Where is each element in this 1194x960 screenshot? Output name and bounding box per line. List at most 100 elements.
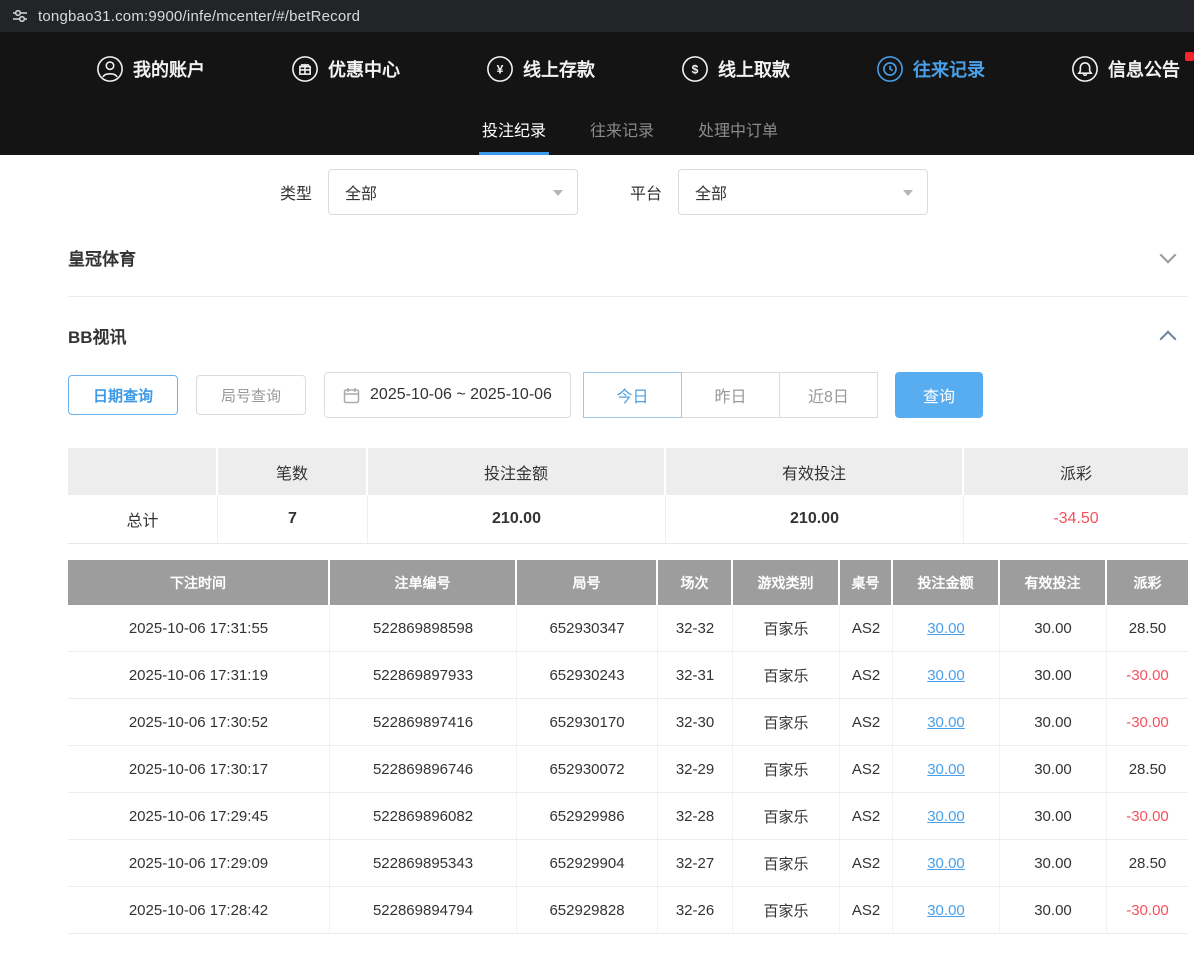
summary-table: 笔数 投注金额 有效投注 派彩 总计 7 210.00 210.00 -34.5… bbox=[68, 448, 1188, 544]
chevron-down-icon[interactable] bbox=[1160, 246, 1177, 263]
type-select-value: 全部 bbox=[345, 180, 377, 204]
chevron-up-icon[interactable] bbox=[1160, 330, 1177, 347]
browser-address-bar[interactable]: tongbao31.com:9900/infe/mcenter/#/betRec… bbox=[0, 0, 1194, 32]
nav-label: 信息公告 bbox=[1108, 56, 1180, 82]
gift-icon bbox=[291, 55, 319, 83]
valid-bet: 30.00 bbox=[1000, 605, 1107, 652]
yesterday-button[interactable]: 昨日 bbox=[681, 372, 780, 418]
notification-badge bbox=[1185, 52, 1194, 61]
column-header: 游戏类别 bbox=[733, 560, 840, 605]
session-number: 32-26 bbox=[658, 887, 733, 934]
table-row: 2025-10-06 17:31:55 522869898598 6529303… bbox=[68, 605, 1188, 652]
nav-my-account[interactable]: 我的账户 bbox=[96, 55, 205, 83]
site-settings-icon[interactable] bbox=[12, 8, 28, 24]
calendar-icon bbox=[343, 387, 360, 404]
summary-amount-value: 210.00 bbox=[368, 495, 666, 544]
round-query-button[interactable]: 局号查询 bbox=[196, 375, 306, 415]
url-text[interactable]: tongbao31.com:9900/infe/mcenter/#/betRec… bbox=[38, 8, 360, 25]
round-number: 652930072 bbox=[517, 746, 658, 793]
nav-announcements[interactable]: 信息公告 bbox=[1071, 55, 1180, 83]
date-range-input[interactable]: 2025-10-06 ~ 2025-10-06 bbox=[324, 372, 571, 418]
tab-bet-record[interactable]: 投注纪录 bbox=[479, 105, 549, 155]
bet-time: 2025-10-06 17:28:42 bbox=[68, 887, 330, 934]
bet-amount-link[interactable]: 30.00 bbox=[893, 605, 1000, 652]
session-number: 32-29 bbox=[658, 746, 733, 793]
column-header: 下注时间 bbox=[68, 560, 330, 605]
payout: -30.00 bbox=[1107, 652, 1188, 699]
table-number: AS2 bbox=[840, 605, 893, 652]
column-header: 桌号 bbox=[840, 560, 893, 605]
table-row: 2025-10-06 17:31:19 522869897933 6529302… bbox=[68, 652, 1188, 699]
filter-row: 类型 全部 平台 全部 bbox=[68, 169, 1188, 215]
nav-online-withdraw[interactable]: $ 线上取款 bbox=[681, 55, 790, 83]
column-header: 投注金额 bbox=[893, 560, 1000, 605]
session-number: 32-30 bbox=[658, 699, 733, 746]
game-type: 百家乐 bbox=[733, 840, 840, 887]
records-icon bbox=[876, 55, 904, 83]
column-header: 场次 bbox=[658, 560, 733, 605]
type-select[interactable]: 全部 bbox=[328, 169, 578, 215]
bet-amount-link[interactable]: 30.00 bbox=[893, 840, 1000, 887]
platform-select-value: 全部 bbox=[695, 180, 727, 204]
valid-bet: 30.00 bbox=[1000, 793, 1107, 840]
bet-id: 522869897416 bbox=[330, 699, 517, 746]
query-bar: 日期查询 局号查询 2025-10-06 ~ 2025-10-06 今日 昨日 … bbox=[68, 372, 1188, 418]
game-type: 百家乐 bbox=[733, 652, 840, 699]
nav-label: 我的账户 bbox=[133, 56, 205, 82]
bet-id: 522869897933 bbox=[330, 652, 517, 699]
platform-select[interactable]: 全部 bbox=[678, 169, 928, 215]
payout: 28.50 bbox=[1107, 746, 1188, 793]
nav-promotions[interactable]: 优惠中心 bbox=[291, 55, 400, 83]
column-header: 派彩 bbox=[1107, 560, 1188, 605]
tab-processing-orders[interactable]: 处理中订单 bbox=[695, 105, 781, 155]
platform-filter-label: 平台 bbox=[630, 180, 662, 204]
table-row: 2025-10-06 17:29:45 522869896082 6529299… bbox=[68, 793, 1188, 840]
round-number: 652929986 bbox=[517, 793, 658, 840]
valid-bet: 30.00 bbox=[1000, 840, 1107, 887]
nav-transaction-records[interactable]: 往来记录 bbox=[876, 55, 985, 83]
bet-table: 下注时间注单编号局号场次游戏类别桌号投注金额有效投注派彩 2025-10-06 … bbox=[68, 560, 1188, 934]
bet-id: 522869896082 bbox=[330, 793, 517, 840]
nav-label: 往来记录 bbox=[913, 56, 985, 82]
nav-label: 优惠中心 bbox=[328, 56, 400, 82]
bet-amount-link[interactable]: 30.00 bbox=[893, 887, 1000, 934]
section-crown-sports[interactable]: 皇冠体育 bbox=[68, 237, 1188, 297]
bet-table-header-row: 下注时间注单编号局号场次游戏类别桌号投注金额有效投注派彩 bbox=[68, 560, 1188, 605]
bell-icon bbox=[1071, 55, 1099, 83]
table-row: 2025-10-06 17:29:09 522869895343 6529299… bbox=[68, 840, 1188, 887]
column-header: 局号 bbox=[517, 560, 658, 605]
section-bb-video[interactable]: BB视讯 bbox=[68, 315, 1188, 354]
chevron-down-icon bbox=[553, 190, 563, 196]
payout: 28.50 bbox=[1107, 840, 1188, 887]
bet-amount-link[interactable]: 30.00 bbox=[893, 652, 1000, 699]
table-number: AS2 bbox=[840, 840, 893, 887]
last-8-days-button[interactable]: 近8日 bbox=[779, 372, 878, 418]
game-type: 百家乐 bbox=[733, 887, 840, 934]
bet-id: 522869896746 bbox=[330, 746, 517, 793]
table-number: AS2 bbox=[840, 887, 893, 934]
date-query-button[interactable]: 日期查询 bbox=[68, 375, 178, 415]
session-number: 32-32 bbox=[658, 605, 733, 652]
payout: 28.50 bbox=[1107, 605, 1188, 652]
round-number: 652929828 bbox=[517, 887, 658, 934]
today-button[interactable]: 今日 bbox=[583, 372, 682, 418]
bet-amount-link[interactable]: 30.00 bbox=[893, 793, 1000, 840]
bet-id: 522869895343 bbox=[330, 840, 517, 887]
bet-table-body: 2025-10-06 17:31:55 522869898598 6529303… bbox=[68, 605, 1188, 934]
withdraw-icon: $ bbox=[681, 55, 709, 83]
date-range-value: 2025-10-06 ~ 2025-10-06 bbox=[370, 386, 552, 404]
valid-bet: 30.00 bbox=[1000, 652, 1107, 699]
nav-online-deposit[interactable]: ¥ 线上存款 bbox=[486, 55, 595, 83]
bet-amount-link[interactable]: 30.00 bbox=[893, 746, 1000, 793]
game-type: 百家乐 bbox=[733, 605, 840, 652]
tab-transaction-record[interactable]: 往来记录 bbox=[587, 105, 657, 155]
summary-header-amount: 投注金额 bbox=[368, 448, 666, 495]
bet-id: 522869898598 bbox=[330, 605, 517, 652]
nav-label: 线上存款 bbox=[523, 56, 595, 82]
valid-bet: 30.00 bbox=[1000, 699, 1107, 746]
summary-header-empty bbox=[68, 448, 218, 495]
svg-text:¥: ¥ bbox=[497, 62, 504, 76]
search-button[interactable]: 查询 bbox=[895, 372, 983, 418]
bet-id: 522869894794 bbox=[330, 887, 517, 934]
bet-amount-link[interactable]: 30.00 bbox=[893, 699, 1000, 746]
